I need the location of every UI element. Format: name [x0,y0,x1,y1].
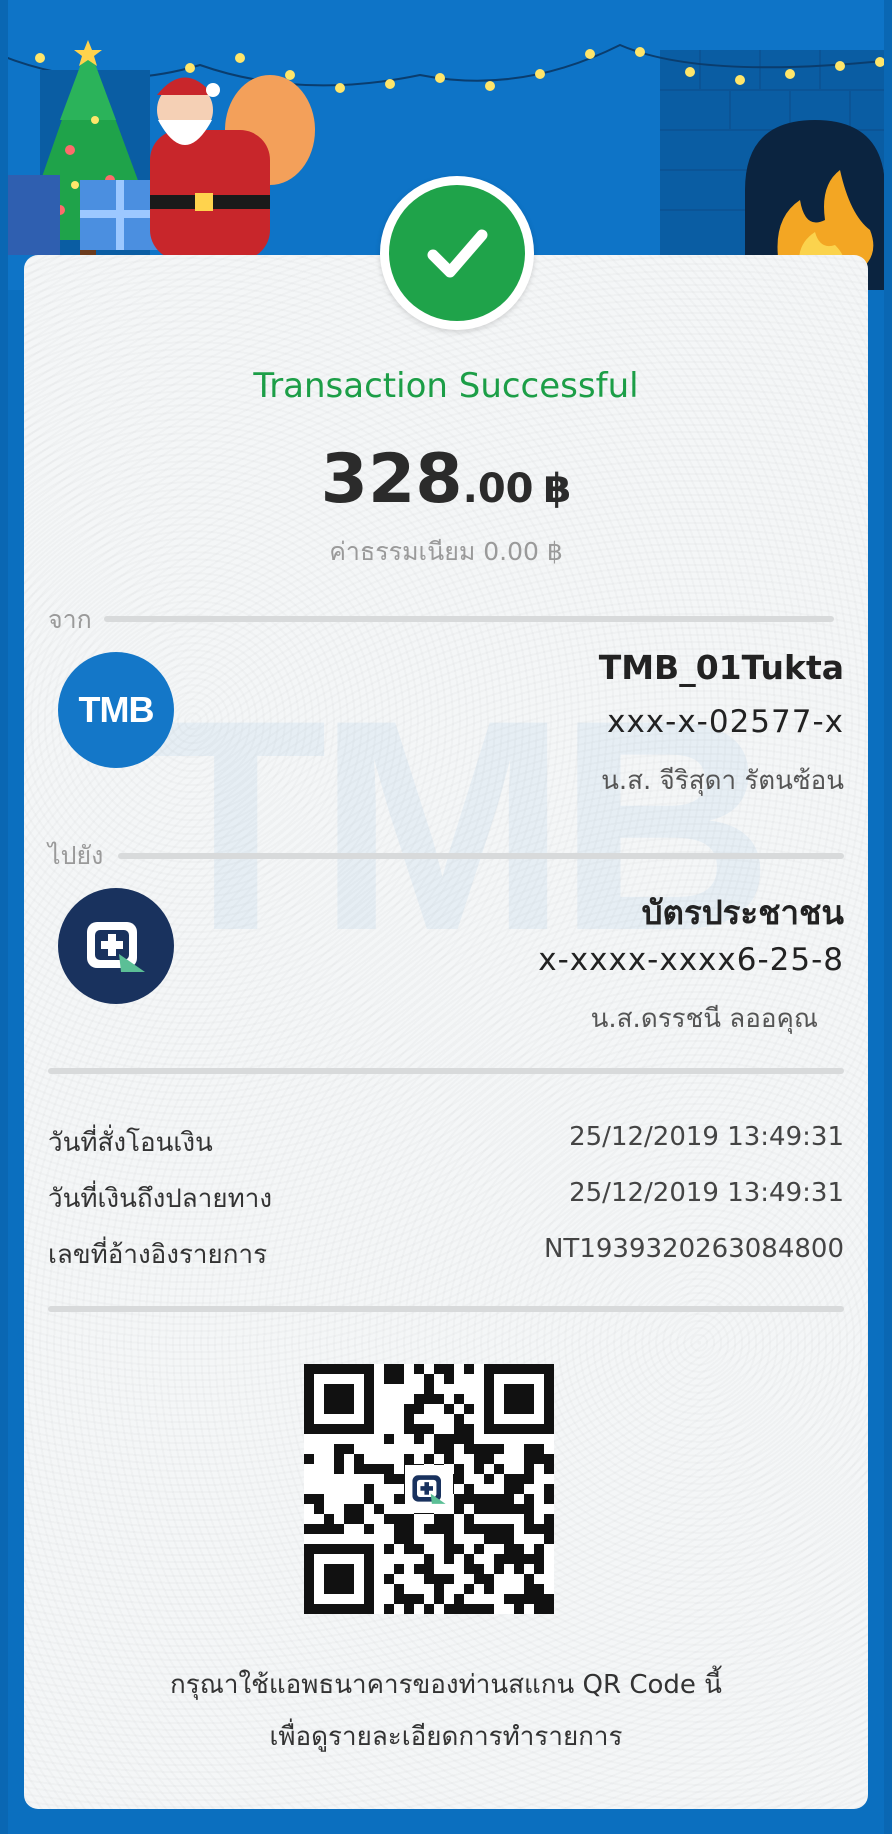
detail-row-order-date: วันที่สั่งโอนเงิน 25/12/2019 13:49:31 [48,1122,844,1163]
qr-code[interactable] [304,1364,554,1614]
detail-value: NT1939320263084800 [543,1234,844,1264]
from-account-number: xxx-x-02577-x [607,704,844,740]
transaction-status-title: Transaction Successful [253,366,639,406]
detail-row-arrival-date: วันที่เงินถึงปลายทาง 25/12/2019 13:49:31 [48,1178,844,1219]
footer-instruction-line1: กรุณาใช้แอพธนาคารของท่านสแกน QR Code นี้ [170,1670,722,1700]
amount-integer: 328 [320,440,463,519]
right-frame [884,0,892,1834]
to-label: ไปยัง [48,841,104,870]
currency-symbol: ฿ [543,466,572,512]
detail-row-reference: เลขที่อ้างอิงรายการ NT1939320263084800 [48,1234,844,1275]
id-card-icon [412,1475,446,1504]
left-frame [0,0,8,1834]
section-divider [48,1068,844,1074]
success-badge [380,176,534,330]
detail-label: วันที่สั่งโอนเงิน [48,1128,213,1158]
amount-decimal: .00 [462,466,534,512]
to-divider [118,853,844,859]
tmb-logo-text: TMB [78,689,155,730]
to-account-info: บัตรประชาชน x-xxxx-xxxx6-25-8 น.ส.ดรรชนี… [538,886,844,1039]
to-account-number: x-xxxx-xxxx6-25-8 [538,942,844,978]
footer-instruction-line2: เพื่อดูรายละเอียดการทำรายการ [269,1722,623,1752]
to-account-name: บัตรประชาชน [641,893,844,932]
section-divider [48,1306,844,1312]
detail-label: เลขที่อ้างอิงรายการ [48,1240,268,1270]
transfer-amount: 328.00 ฿ [0,440,892,519]
from-account-name: TMB_01Tukta [598,648,844,687]
from-account-holder: น.ส. จีริสุดา รัตนซ้อน [601,766,844,796]
detail-label: วันที่เงินถึงปลายทาง [48,1184,273,1214]
from-label: จาก [48,605,92,634]
tmb-bank-logo: TMB [58,652,174,768]
from-account-info: TMB_01Tukta xxx-x-02577-x น.ส. จีริสุดา … [599,648,844,801]
qr-center-logo [405,1465,453,1513]
detail-value: 25/12/2019 13:49:31 [569,1122,844,1152]
from-divider [104,616,834,622]
promptpay-id-logo [58,888,174,1004]
checkmark-icon [389,185,525,321]
id-card-icon [87,922,145,972]
to-account-holder: น.ส.ดรรชนี ลออคุณ [590,1004,818,1034]
detail-value: 25/12/2019 13:49:31 [569,1178,844,1208]
fee-text: ค่าธรรมเนียม 0.00 ฿ [329,537,563,566]
